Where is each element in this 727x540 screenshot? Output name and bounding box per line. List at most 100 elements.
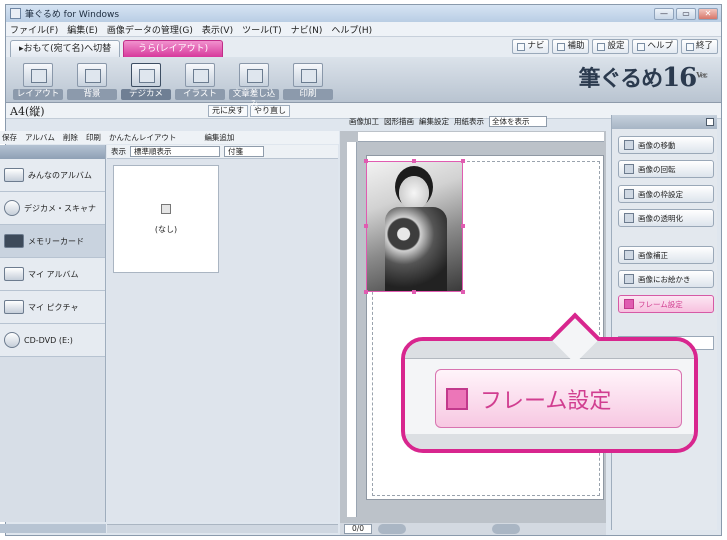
app-icon — [10, 8, 21, 19]
sidebar-item-everyone-album[interactable]: みんなのアルバム — [0, 159, 105, 192]
menu-help[interactable]: ヘルプ(H) — [331, 23, 372, 36]
settings-button[interactable]: 設定 — [592, 39, 630, 54]
menu-file[interactable]: ファイル(F) — [10, 23, 58, 36]
sort-select[interactable]: 標準順表示 — [130, 146, 220, 157]
layout-icon — [23, 63, 53, 87]
sidebar-item-my-album[interactable]: マイ アルバム — [0, 258, 105, 291]
navi-button[interactable]: ナビ — [512, 39, 550, 54]
prev-page-button[interactable] — [378, 524, 406, 534]
text-icon — [239, 63, 269, 87]
ribbon-background[interactable]: 背景 — [66, 60, 118, 102]
ribbon-digicam[interactable]: デジカメ — [120, 60, 172, 102]
resize-handle[interactable] — [461, 159, 465, 163]
resize-handle[interactable] — [412, 159, 416, 163]
ribbon-text-insert[interactable]: 文章差し込み — [228, 60, 280, 110]
undo-button[interactable]: 元に戻す — [208, 104, 248, 117]
resize-handle[interactable] — [461, 224, 465, 228]
panel-header — [612, 115, 717, 129]
ribbon-print[interactable]: 印刷 — [282, 60, 334, 102]
shape-draw-button[interactable]: 図形描画 — [384, 116, 414, 127]
maximize-button[interactable]: ▭ — [676, 7, 696, 20]
ribbon-layout[interactable]: レイアウト — [12, 60, 64, 102]
illust-icon — [185, 63, 215, 87]
camera-icon — [131, 63, 161, 87]
resize-handle[interactable] — [412, 290, 416, 294]
sidebar-scroll-down[interactable] — [0, 524, 106, 533]
window-title: 筆ぐるめ for Windows — [25, 10, 120, 20]
help-button[interactable]: ヘルプ — [632, 39, 678, 54]
sidebar-item-memory-card[interactable]: メモリーカード — [0, 225, 105, 258]
rotate-image-button[interactable]: 画像の回転 — [618, 160, 714, 178]
sidebar-item-camera-scanner[interactable]: デジカメ・スキャナ — [0, 192, 105, 225]
navi-icon — [517, 42, 526, 51]
move-image-button[interactable]: 画像の移動 — [618, 136, 714, 154]
print-button[interactable]: 印刷 — [86, 132, 101, 143]
paper-view-button[interactable]: 用紙表示 — [454, 116, 484, 127]
left-toolbar: 保存 アルバム 削除 印刷 かんたんレイアウト 編集追加 — [0, 131, 339, 144]
zoom-select[interactable]: 全体を表示 — [489, 116, 547, 127]
image-transparency-button[interactable]: 画像の透明化 — [618, 209, 714, 227]
photo-subject-kimono — [385, 207, 447, 291]
close-button[interactable]: ✕ — [698, 7, 718, 20]
top-right-buttons: ナビ 補助 設定 ヘルプ 終了 — [512, 39, 718, 54]
delete-button[interactable]: 削除 — [63, 132, 78, 143]
disc-icon — [4, 332, 20, 348]
easy-layout-button[interactable]: かんたんレイアウト — [109, 132, 177, 143]
resize-handle[interactable] — [364, 290, 368, 294]
next-page-button[interactable] — [492, 524, 520, 534]
thumbnail-empty[interactable]: (なし) — [113, 165, 219, 273]
panel-close-icon[interactable] — [706, 118, 714, 126]
sidebar-item-cd-dvd[interactable]: CD-DVD (E:) — [0, 324, 105, 357]
save-button[interactable]: 保存 — [2, 132, 17, 143]
exit-button[interactable]: 終了 — [680, 39, 718, 54]
browser-toolbar: 表示 標準順表示 付箋 — [107, 145, 338, 159]
assist-button[interactable]: 補助 — [552, 39, 590, 54]
source-sidebar: みんなのアルバム デジカメ・スキャナ メモリーカード マイ アルバム マイ ピク… — [0, 145, 106, 522]
callout-top-strip — [405, 341, 694, 359]
image-frame-settings-button[interactable]: 画像の枠設定 — [618, 185, 714, 203]
ribbon-illust[interactable]: イラスト — [174, 60, 226, 102]
resize-handle[interactable] — [364, 224, 368, 228]
mode-tabs: ▸おもて(宛て名)へ切替 うら(レイアウト) ナビ 補助 設定 ヘルプ 終了 — [6, 37, 721, 57]
close-icon — [685, 42, 694, 51]
sidebar-item-my-pictures[interactable]: マイ ピクチャ — [0, 291, 105, 324]
resize-handle[interactable] — [364, 159, 368, 163]
window-controls: — ▭ ✕ — [654, 7, 718, 20]
page-indicator: 0/0 — [344, 524, 372, 534]
image-edit-button[interactable]: 画像加工 — [349, 116, 379, 127]
background-icon — [77, 63, 107, 87]
image-placeholder-icon — [161, 203, 171, 214]
placed-photo[interactable] — [366, 161, 463, 292]
tag-select[interactable]: 付箋 — [224, 146, 264, 157]
frame-settings-button-zoomed: フレーム設定 — [435, 369, 682, 428]
app-logo: 筆ぐるめ16Ver. — [578, 63, 708, 93]
menu-edit[interactable]: 編集(E) — [67, 23, 98, 36]
image-drawing-button[interactable]: 画像にお絵かき — [618, 270, 714, 288]
browser-hscroll[interactable] — [107, 524, 338, 533]
transparency-icon — [624, 213, 634, 223]
sidebar-scroll-up[interactable] — [0, 145, 105, 159]
zoom-callout: フレーム設定 — [401, 337, 698, 453]
frame-settings-button[interactable]: フレーム設定 — [618, 295, 714, 313]
page-navigator: 0/0 — [340, 523, 606, 535]
tab-back-layout[interactable]: うら(レイアウト) — [123, 40, 224, 57]
album-icon — [4, 168, 24, 182]
paper-size-label: A4(縦) — [10, 104, 45, 118]
resize-handle[interactable] — [461, 290, 465, 294]
pen-icon — [624, 274, 634, 284]
menu-image-data[interactable]: 画像データの管理(G) — [107, 23, 193, 36]
ruler-horizontal — [358, 132, 604, 142]
minimize-button[interactable]: — — [654, 7, 674, 20]
ribbon: レイアウト 背景 デジカメ イラスト 文章差し込み 印刷 筆ぐるめ16Ver. — [6, 57, 721, 110]
help-icon — [637, 42, 646, 51]
view-toggle[interactable]: 表示 — [111, 146, 126, 157]
edit-settings-button[interactable]: 編集設定 — [419, 116, 449, 127]
menu-view[interactable]: 表示(V) — [202, 23, 233, 36]
image-correction-button[interactable]: 画像補正 — [618, 246, 714, 264]
add-edit-button[interactable]: 編集追加 — [204, 132, 234, 143]
tab-front-address[interactable]: ▸おもて(宛て名)へ切替 — [10, 40, 121, 57]
menu-tools[interactable]: ツール(T) — [242, 23, 282, 36]
my-album-icon — [4, 267, 24, 281]
album-button[interactable]: アルバム — [25, 132, 55, 143]
menu-navi[interactable]: ナビ(N) — [291, 23, 323, 36]
